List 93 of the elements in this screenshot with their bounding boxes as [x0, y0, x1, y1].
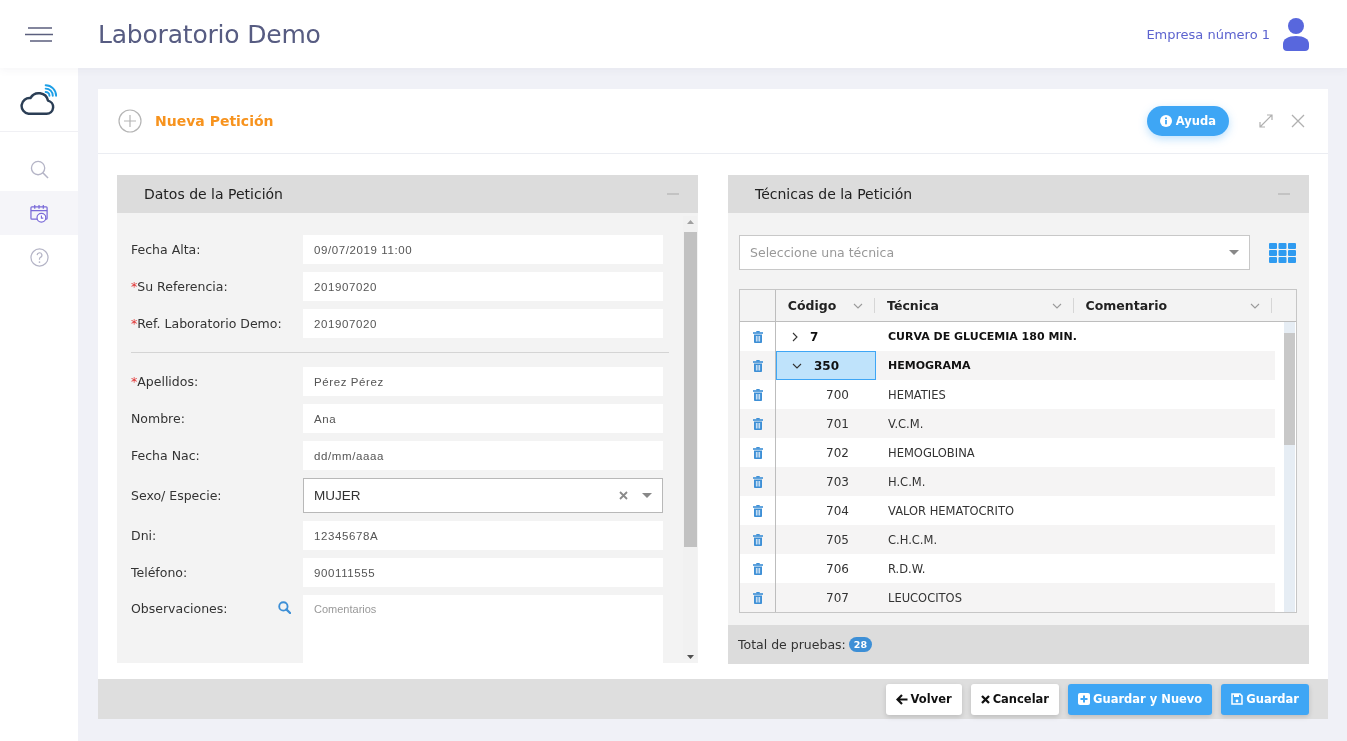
table-row[interactable]: 701 V.C.M. [740, 409, 1275, 438]
plus-square-icon [1078, 693, 1091, 705]
code-cell[interactable]: 350 [776, 351, 876, 380]
field-label: *Ref. Laboratorio Demo: [131, 316, 282, 331]
select-field[interactable]: MUJER [303, 478, 663, 513]
comments-textarea[interactable]: Comentarios [303, 595, 663, 663]
plus-circle-icon [118, 109, 142, 133]
expand-icon[interactable] [1259, 114, 1273, 128]
field-label: Fecha Nac: [131, 448, 200, 463]
user-avatar-icon[interactable] [1283, 17, 1309, 51]
calendar-clock-icon [29, 203, 49, 223]
table-row[interactable]: 703 H.C.M. [740, 467, 1275, 496]
back-button[interactable]: Volver [885, 683, 962, 715]
technique-cell-text: C.H.C.M. [887, 531, 939, 549]
scroll-down-icon[interactable] [686, 655, 694, 659]
text-input[interactable]: 09/07/2019 11:00 [303, 235, 663, 264]
code-cell[interactable]: 705 [776, 525, 876, 554]
code-cell[interactable]: 701 [776, 409, 876, 438]
scrollbar-thumb[interactable] [683, 232, 697, 547]
technique-cell-text: HEMOGRAMA [887, 358, 972, 374]
date-input[interactable]: dd/mm/aaaa [303, 441, 663, 470]
clear-icon[interactable] [619, 491, 628, 500]
field-label: *Apellidos: [131, 374, 199, 389]
column-header[interactable]: Código [775, 290, 876, 321]
technique-cell-text: VALOR HEMATOCRITO [887, 502, 1016, 520]
count-badge: 28 [848, 637, 872, 652]
code-cell[interactable]: 7 [776, 322, 876, 351]
menu-icon[interactable] [25, 26, 53, 42]
x-icon [980, 694, 990, 704]
table-row[interactable]: 707 LEUCOCITOS [740, 583, 1275, 612]
table-row[interactable]: 350 HEMOGRAMA [740, 351, 1275, 380]
trash-icon[interactable] [752, 446, 763, 459]
trash-icon[interactable] [752, 475, 763, 488]
technique-cell-text: LEUCOCITOS [887, 589, 963, 607]
search-icon[interactable] [278, 601, 291, 614]
code-cell[interactable]: 703 [776, 467, 876, 496]
field-label: Nombre: [131, 411, 185, 426]
field-label: Teléfono: [131, 565, 188, 580]
close-icon[interactable] [1291, 114, 1305, 128]
field-label: Sexo/ Especie: [131, 488, 222, 503]
field-label: Observaciones: [131, 601, 228, 616]
grid-icon[interactable] [1269, 242, 1296, 263]
text-input[interactable]: 201907020 [303, 309, 663, 338]
code-cell[interactable]: 704 [776, 496, 876, 525]
field-label: Fecha Alta: [131, 242, 201, 257]
technique-cell-text: HEMATIES [887, 386, 947, 404]
panel-title: Datos de la Petición [144, 186, 283, 202]
text-input[interactable]: Pérez Pérez [303, 367, 663, 396]
scrollbar[interactable] [1284, 322, 1295, 612]
technique-cell-text: V.C.M. [887, 415, 925, 433]
technique-cell-text: R.D.W. [887, 560, 927, 578]
info-icon [1159, 115, 1172, 127]
technique-cell-text: H.C.M. [887, 473, 927, 491]
arrow-left-icon [895, 693, 908, 705]
sidebar-item[interactable] [0, 191, 78, 235]
cancel-button[interactable]: Cancelar [970, 683, 1060, 715]
technique-cell-text: HEMOGLOBINA [887, 444, 976, 462]
cloud-logo-icon [20, 83, 58, 116]
code-cell[interactable]: 700 [776, 380, 876, 409]
caret-down-icon[interactable] [642, 493, 652, 498]
chevron-right-icon[interactable] [792, 331, 798, 342]
text-input[interactable]: Ana [303, 404, 663, 433]
help-icon [29, 247, 49, 267]
field-label: Dni: [131, 528, 157, 543]
code-cell[interactable]: 707 [776, 583, 876, 612]
scroll-up-icon[interactable] [686, 220, 694, 224]
chevron-down-icon[interactable] [792, 362, 802, 369]
trash-icon[interactable] [752, 417, 763, 430]
text-input[interactable]: 201907020 [303, 272, 663, 301]
company-name[interactable]: Empresa número 1 [1146, 26, 1270, 42]
scrollbar-thumb[interactable] [1284, 333, 1295, 445]
trash-icon[interactable] [752, 359, 763, 372]
field-label: *Su Referencia: [131, 279, 228, 294]
trash-icon[interactable] [752, 330, 763, 343]
dialog-title: Nueva Petición [155, 113, 274, 129]
trash-icon[interactable] [752, 504, 763, 517]
code-cell[interactable]: 706 [776, 554, 876, 583]
column-header[interactable]: Técnica [875, 290, 1074, 321]
app-title: Laboratorio Demo [98, 19, 321, 49]
table-row[interactable]: 705 C.H.C.M. [740, 525, 1275, 554]
technique-cell-text: CURVA DE GLUCEMIA 180 MIN. [887, 329, 1078, 345]
column-header[interactable]: Comentario [1073, 290, 1272, 321]
search-icon [29, 159, 49, 179]
trash-icon[interactable] [752, 591, 763, 604]
caret-down-icon[interactable] [1229, 250, 1239, 255]
trash-icon[interactable] [752, 533, 763, 546]
panel-title: Técnicas de la Petición [755, 186, 913, 202]
total-label: Total de pruebas: [738, 637, 846, 652]
trash-icon[interactable] [752, 388, 763, 401]
trash-icon[interactable] [752, 562, 763, 575]
text-input[interactable]: 12345678A [303, 521, 663, 550]
code-cell[interactable]: 702 [776, 438, 876, 467]
text-input[interactable]: 900111555 [303, 558, 663, 587]
